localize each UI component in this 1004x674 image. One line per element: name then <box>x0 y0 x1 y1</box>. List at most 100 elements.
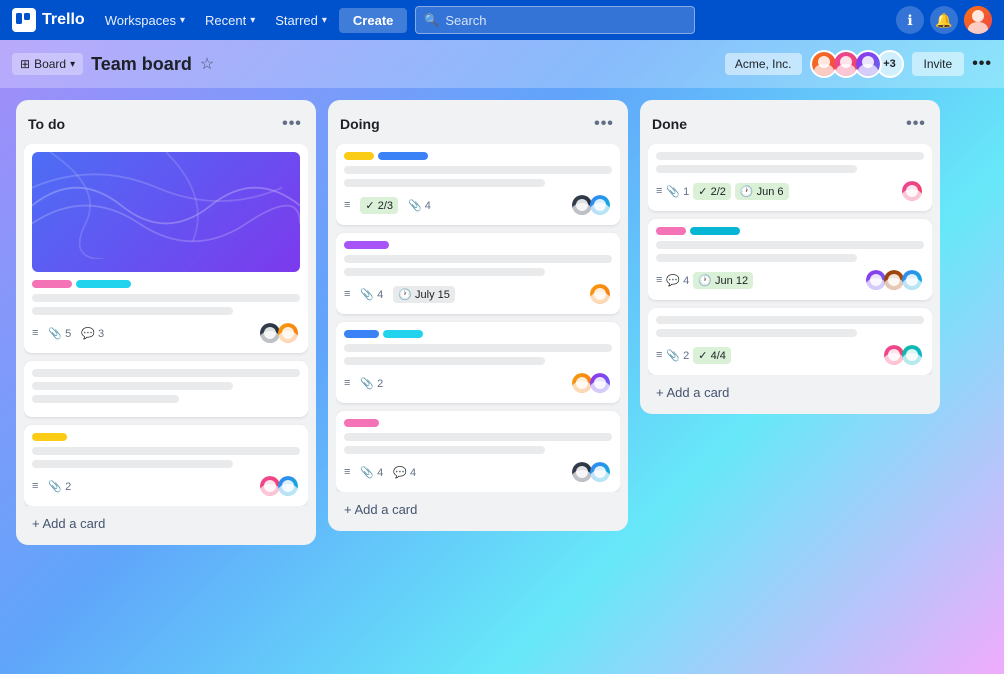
member-avatar-3[interactable] <box>854 50 882 78</box>
card-labels <box>656 227 924 235</box>
label-pink <box>656 227 686 235</box>
attach-count: 📎 5 <box>48 327 71 340</box>
list-done-menu-button[interactable]: ••• <box>904 112 928 136</box>
lines-icon: ≡ <box>344 288 350 300</box>
card-members <box>570 371 612 395</box>
card-member-2 <box>588 193 612 217</box>
card-doing-1[interactable]: ≡ ✓ 2/3 📎 4 <box>336 144 620 225</box>
card-text <box>656 241 924 262</box>
list-todo-header: To do ••• <box>24 108 308 144</box>
card-member-2 <box>588 460 612 484</box>
card-line <box>656 152 924 160</box>
card-members <box>570 460 612 484</box>
card-line <box>656 329 857 337</box>
list-doing: Doing ••• ≡ ✓ 2/3 <box>328 100 628 531</box>
ellipsis-icon: ••• <box>594 115 614 133</box>
starred-button[interactable]: Starred ▾ <box>267 9 335 32</box>
search-icon: 🔍 <box>424 13 439 27</box>
workspaces-label: Workspaces <box>105 13 176 28</box>
card-footer: ≡ 📎 1 ✓ 2/2 🕐 Jun 6 <box>656 179 924 203</box>
card-footer: ≡ 📎 4 💬 4 <box>344 460 612 484</box>
add-card-button-todo[interactable]: + Add a card <box>24 510 308 537</box>
card-doing-4[interactable]: ≡ 📎 4 💬 4 <box>336 411 620 492</box>
label-blue <box>344 330 379 338</box>
card-text <box>32 447 300 468</box>
member-count-badge[interactable]: +3 <box>876 50 904 78</box>
starred-label: Starred <box>275 13 318 28</box>
card-line <box>344 357 545 365</box>
card-labels <box>344 241 612 249</box>
attach-count: 📎 2 <box>666 349 689 362</box>
card-doing-2[interactable]: ≡ 📎 4 🕐 July 15 <box>336 233 620 314</box>
card-todo-1[interactable]: ≡ 📎 5 💬 3 <box>24 144 308 353</box>
board-view-button[interactable]: ⊞ Board ▾ <box>12 53 83 75</box>
card-line <box>656 254 857 262</box>
card-footer: ≡ 📎 2 <box>32 474 300 498</box>
label-pink <box>32 280 72 288</box>
add-card-button-done[interactable]: + Add a card <box>648 379 932 406</box>
card-meta: ≡ 📎 4 💬 4 <box>344 466 416 479</box>
list-doing-menu-button[interactable]: ••• <box>592 112 616 136</box>
card-member-1 <box>900 179 924 203</box>
workspaces-button[interactable]: Workspaces ▾ <box>97 9 193 32</box>
label-purple <box>344 241 389 249</box>
attach-count: 📎 4 <box>360 288 383 301</box>
invite-button[interactable]: Invite <box>912 52 965 76</box>
label-yellow <box>344 152 374 160</box>
card-members <box>882 343 924 367</box>
card-footer: ≡ 📎 2 ✓ 4/4 <box>656 343 924 367</box>
view-label: Board <box>34 57 66 71</box>
card-members <box>258 474 300 498</box>
chevron-down-icon: ▾ <box>250 15 255 26</box>
card-text <box>32 369 300 403</box>
search-box[interactable]: 🔍 <box>415 6 695 34</box>
card-todo-2[interactable] <box>24 361 308 417</box>
info-button[interactable]: ℹ <box>896 6 924 34</box>
checklist-badge: ✓ 2/3 <box>360 197 398 214</box>
board-title: Team board <box>91 54 192 75</box>
lines-icon: ≡ <box>656 185 662 197</box>
card-line <box>344 166 612 174</box>
card-member-3 <box>900 268 924 292</box>
card-footer: ≡ 📎 2 <box>344 371 612 395</box>
card-member-2 <box>276 474 300 498</box>
card-done-1[interactable]: ≡ 📎 1 ✓ 2/2 🕐 Jun 6 <box>648 144 932 211</box>
card-line <box>344 344 612 352</box>
card-text <box>344 255 612 276</box>
card-footer: ≡ 💬 4 🕐 Jun 12 <box>656 268 924 292</box>
board-icon: ⊞ <box>20 57 30 71</box>
card-done-3[interactable]: ≡ 📎 2 ✓ 4/4 <box>648 308 932 375</box>
card-doing-3[interactable]: ≡ 📎 2 <box>336 322 620 403</box>
app-logo[interactable]: Trello <box>12 8 85 32</box>
card-meta: ≡ 📎 4 🕐 July 15 <box>344 286 455 303</box>
card-line <box>344 446 545 454</box>
list-todo-menu-button[interactable]: ••• <box>280 112 304 136</box>
star-button[interactable]: ☆ <box>200 54 214 74</box>
card-footer: ≡ ✓ 2/3 📎 4 <box>344 193 612 217</box>
board-content: To do ••• <box>0 88 1004 674</box>
card-labels <box>32 280 300 288</box>
lines-icon: ≡ <box>656 274 662 286</box>
card-done-2[interactable]: ≡ 💬 4 🕐 Jun 12 <box>648 219 932 300</box>
label-cyan <box>383 330 423 338</box>
lines-icon: ≡ <box>32 327 38 339</box>
search-input[interactable] <box>445 13 686 28</box>
add-card-button-doing[interactable]: + Add a card <box>336 496 620 523</box>
recent-button[interactable]: Recent ▾ <box>197 9 263 32</box>
card-members <box>588 282 612 306</box>
card-todo-3[interactable]: ≡ 📎 2 <box>24 425 308 506</box>
more-options-button[interactable]: ••• <box>972 55 992 73</box>
notifications-button[interactable]: 🔔 <box>930 6 958 34</box>
logo-text: Trello <box>42 11 85 29</box>
workspace-badge[interactable]: Acme, Inc. <box>725 53 802 75</box>
card-labels <box>344 330 612 338</box>
attach-count: 📎 4 <box>408 199 431 212</box>
user-avatar[interactable] <box>964 6 992 34</box>
label-pink <box>344 419 379 427</box>
label-cyan <box>76 280 131 288</box>
card-member-2 <box>900 343 924 367</box>
list-done-cards: ≡ 📎 1 ✓ 2/2 🕐 Jun 6 <box>648 144 932 375</box>
card-labels <box>344 419 612 427</box>
nav-right-actions: ℹ 🔔 <box>896 6 992 34</box>
create-button[interactable]: Create <box>339 8 407 33</box>
